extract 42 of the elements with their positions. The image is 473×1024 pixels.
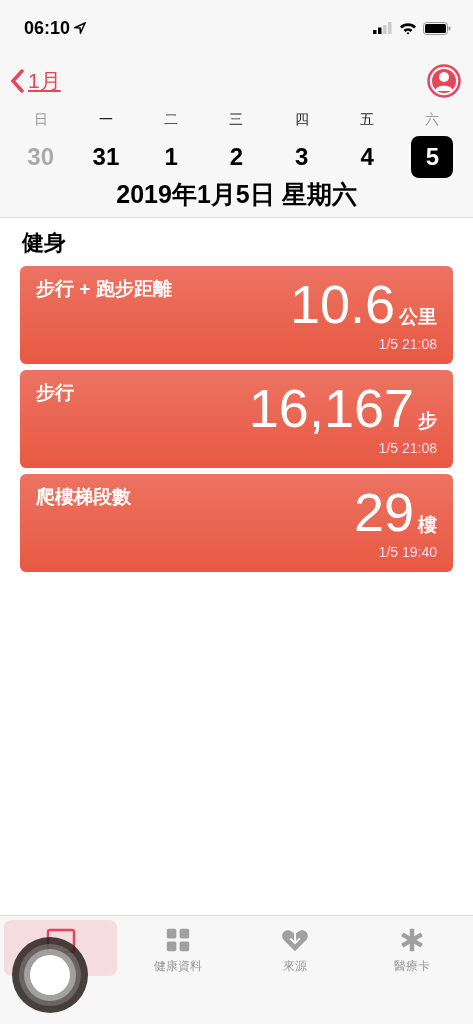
tab-item[interactable]: 來源 (238, 920, 352, 976)
back-button[interactable]: 1月 (10, 67, 61, 95)
weekday-label: 日 (33, 110, 48, 129)
date-title: 2019年1月5日 星期六 (115, 179, 358, 210)
location-arrow-icon (74, 22, 87, 34)
metric-unit: 步 (418, 409, 437, 433)
metric-value: 10.6 (289, 276, 395, 332)
metric-unit: 公里 (399, 305, 437, 329)
metric-value: 16,167 (248, 380, 414, 436)
day-number[interactable]: 1 (150, 136, 193, 178)
weekday-label: 一 (98, 110, 113, 129)
day-number[interactable]: 4 (346, 136, 389, 178)
profile-icon[interactable] (427, 64, 461, 98)
metric-time: 1/5 19:40 (378, 544, 437, 560)
metric-time: 1/5 21:08 (378, 440, 437, 456)
day-number[interactable]: 5 (411, 136, 454, 178)
day-number[interactable]: 2 (215, 136, 258, 178)
metric-card[interactable]: 步行 16,167 步 1/5 21:08 (20, 370, 453, 468)
metric-label: 步行 + 跑步距離 (36, 277, 172, 301)
weekday-label: 二 (164, 110, 179, 129)
weekday-label: 三 (229, 110, 244, 129)
weekday-label: 六 (425, 110, 440, 129)
metric-label: 步行 (36, 381, 74, 405)
wifi-icon (399, 21, 417, 35)
metric-card[interactable]: 步行 + 跑步距離 10.6 公里 1/5 21:08 (20, 266, 453, 364)
metric-label: 爬樓梯段數 (36, 485, 131, 509)
metric-time: 1/5 21:08 (378, 336, 437, 352)
battery-icon (423, 21, 451, 35)
metric-card[interactable]: 爬樓梯段數 29 樓 1/5 19:40 (20, 474, 453, 572)
day-number[interactable]: 3 (280, 136, 323, 178)
day-number[interactable]: 30 (19, 136, 62, 178)
signal-icon (373, 22, 393, 34)
metric-value: 29 (353, 484, 414, 540)
tab-item[interactable]: 健康資料 (121, 920, 235, 976)
section-title: 健身 (22, 229, 67, 257)
weekday-label: 五 (360, 110, 375, 129)
metric-unit: 樓 (418, 513, 437, 537)
tab-item[interactable]: 醫療卡 (355, 920, 469, 976)
day-number[interactable]: 31 (84, 136, 127, 178)
weekday-label: 四 (294, 110, 309, 129)
chevron-left-icon (10, 69, 24, 93)
status-time: 06:10 (24, 17, 71, 39)
